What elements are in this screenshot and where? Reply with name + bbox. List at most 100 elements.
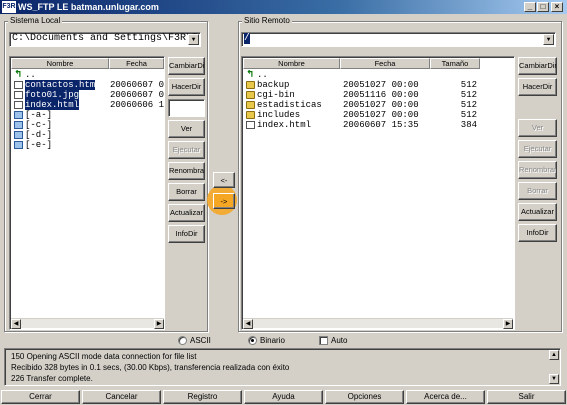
chevron-down-icon[interactable]: ▼ xyxy=(543,34,554,45)
close-button[interactable]: × xyxy=(551,2,563,12)
bottom-registro-button[interactable]: Registro xyxy=(163,390,242,404)
remote-actualizar-button[interactable]: Actualizar xyxy=(518,203,557,221)
remote-rows: ↰.. backup 20051027 00:00 512 cgi-bin 2005111… xyxy=(243,70,513,315)
file-size: 512 xyxy=(460,90,477,100)
remote-file-list[interactable]: Nombre Fecha Tamaño ↰.. backup 20051027 00… xyxy=(241,56,515,330)
log-line: 226 Transfer complete. xyxy=(11,374,93,383)
remote-cambiardir-button[interactable]: CambiarDir xyxy=(518,57,557,75)
local-path-dropdown[interactable]: C:\Documents and Settings\F3R\E ▼ xyxy=(9,32,201,47)
folder-icon xyxy=(246,81,255,89)
bottom-ayuda-button[interactable]: Ayuda xyxy=(244,390,323,404)
local-ejecutar-button[interactable]: Ejecutar xyxy=(168,141,205,159)
file-date: 20060607 15:35 xyxy=(343,120,419,130)
chevron-down-icon[interactable]: ▼ xyxy=(188,34,199,45)
file-name: index.html xyxy=(25,100,80,110)
log-line: 150 Opening ASCII mode data connection f… xyxy=(11,352,197,361)
local-file-row[interactable]: [-e-] xyxy=(11,140,164,150)
scroll-up-icon[interactable]: ▲ xyxy=(549,350,559,360)
file-icon xyxy=(14,101,23,109)
scroll-down-icon[interactable]: ▼ xyxy=(549,374,559,384)
bottom-acercade-button[interactable]: Acerca de... xyxy=(406,390,485,404)
maximize-button[interactable]: □ xyxy=(537,2,549,12)
local-file-row[interactable]: [-a-] xyxy=(11,110,164,120)
ascii-radio[interactable] xyxy=(178,336,187,345)
drive-icon xyxy=(14,141,23,149)
drive-icon xyxy=(14,121,23,129)
local-group-label: Sistema Local xyxy=(8,16,63,25)
file-date: 20060607 0 xyxy=(110,90,164,100)
binary-radio[interactable] xyxy=(248,336,257,345)
local-infodir-button[interactable]: InfoDir xyxy=(168,225,205,243)
local-file-row[interactable]: contactos.htm 20060607 0 xyxy=(11,80,164,90)
local-col-date[interactable]: Fecha xyxy=(109,58,164,69)
local-file-row[interactable]: [-d-] xyxy=(11,130,164,140)
local-rows: ↰.. contactos.htm 20060607 0 foto01.jpg 2006… xyxy=(11,70,164,315)
scroll-right-icon[interactable]: ▶ xyxy=(154,319,164,329)
remote-col-size[interactable]: Tamaño xyxy=(430,58,480,69)
file-name: contactos.htm xyxy=(25,80,96,90)
up-arrow-icon: ↰ xyxy=(246,70,255,80)
file-size: 384 xyxy=(460,120,477,130)
remote-ejecutar-button[interactable]: Ejecutar xyxy=(518,140,557,158)
auto-checkbox[interactable] xyxy=(319,336,328,345)
remote-button-column: CambiarDir HacerDir Ver Ejecutar Renombrar Bo… xyxy=(518,57,557,242)
local-file-row[interactable]: [-c-] xyxy=(11,120,164,130)
file-name: .. xyxy=(257,70,268,80)
remote-col-name[interactable]: Nombre xyxy=(243,58,340,69)
remote-hscrollbar[interactable]: ◀ ▶ xyxy=(243,318,513,329)
file-name: .. xyxy=(25,70,36,80)
title-bar: F3R WS_FTP LE batman.unlugar.com _ □ × xyxy=(0,0,567,14)
scroll-left-icon[interactable]: ◀ xyxy=(243,319,253,329)
remote-infodir-button[interactable]: InfoDir xyxy=(518,224,557,242)
local-button-column: CambiarDir HacerDir Ver Ejecutar Renombrar Bo… xyxy=(168,57,205,243)
remote-path-dropdown[interactable]: / ▼ xyxy=(241,32,556,47)
local-hacerdir-button[interactable]: HacerDir xyxy=(168,78,205,96)
local-renombrar-button[interactable]: Renombrar xyxy=(168,162,205,180)
scroll-left-icon[interactable]: ◀ xyxy=(11,319,21,329)
file-date: 20051027 00:00 xyxy=(343,80,419,90)
bottom-opciones-button[interactable]: Opciones xyxy=(325,390,404,404)
remote-file-row[interactable]: cgi-bin 20051116 00:00 512 xyxy=(243,90,513,100)
local-ver-button[interactable]: Ver xyxy=(168,120,205,138)
remote-hacerdir-button[interactable]: HacerDir xyxy=(518,78,557,96)
file-date: 20051027 00:00 xyxy=(343,110,419,120)
local-file-row[interactable]: index.html 20060606 1 xyxy=(11,100,164,110)
minimize-button[interactable]: _ xyxy=(524,2,536,12)
remote-file-row[interactable]: index.html 20060607 15:35 384 xyxy=(243,120,513,130)
bottom-salir-button[interactable]: Salir xyxy=(487,390,566,404)
local-file-row[interactable]: foto01.jpg 20060607 0 xyxy=(11,90,164,100)
binary-label: Binario xyxy=(260,336,285,345)
remote-file-row[interactable]: ↰.. xyxy=(243,70,513,80)
remote-path-value: / xyxy=(244,33,251,44)
remote-borrar-button[interactable]: Borrar xyxy=(518,182,557,200)
remote-renombrar-button[interactable]: Renombrar xyxy=(518,161,557,179)
remote-col-date[interactable]: Fecha xyxy=(340,58,430,69)
message-log[interactable]: 150 Opening ASCII mode data connection f… xyxy=(4,348,561,386)
ftp-app-icon: F3R xyxy=(2,1,16,13)
file-name: [-e-] xyxy=(25,140,53,150)
file-name: foto01.jpg xyxy=(25,90,80,100)
local-file-row[interactable]: ↰.. xyxy=(11,70,164,80)
bottom-cancelar-button[interactable]: Cancelar xyxy=(82,390,161,404)
local-filter-input[interactable] xyxy=(168,99,205,117)
local-cambiardir-button[interactable]: CambiarDir xyxy=(168,57,205,75)
local-file-list[interactable]: Nombre Fecha ↰.. contactos.htm 20060607 0f… xyxy=(9,56,165,330)
folder-icon xyxy=(246,101,255,109)
transfer-right-button[interactable]: -> xyxy=(213,193,235,209)
file-name: [-a-] xyxy=(25,110,53,120)
file-date: 20060606 1 xyxy=(110,100,164,110)
remote-file-row[interactable]: backup 20051027 00:00 512 xyxy=(243,80,513,90)
local-hscrollbar[interactable]: ◀ ▶ xyxy=(11,318,164,329)
file-size: 512 xyxy=(460,100,477,110)
local-actualizar-button[interactable]: Actualizar xyxy=(168,204,205,222)
remote-file-row[interactable]: estadisticas 20051027 00:00 512 xyxy=(243,100,513,110)
log-line: Recibido 328 bytes in 0.1 secs, (30.00 K… xyxy=(11,363,290,372)
remote-file-row[interactable]: includes 20051027 00:00 512 xyxy=(243,110,513,120)
remote-ver-button[interactable]: Ver xyxy=(518,119,557,137)
bottom-cerrar-button[interactable]: Cerrar xyxy=(1,390,80,404)
local-col-name[interactable]: Nombre xyxy=(11,58,109,69)
file-size: 512 xyxy=(460,110,477,120)
scroll-right-icon[interactable]: ▶ xyxy=(503,319,513,329)
transfer-left-button[interactable]: <- xyxy=(213,172,235,188)
local-borrar-button[interactable]: Borrar xyxy=(168,183,205,201)
